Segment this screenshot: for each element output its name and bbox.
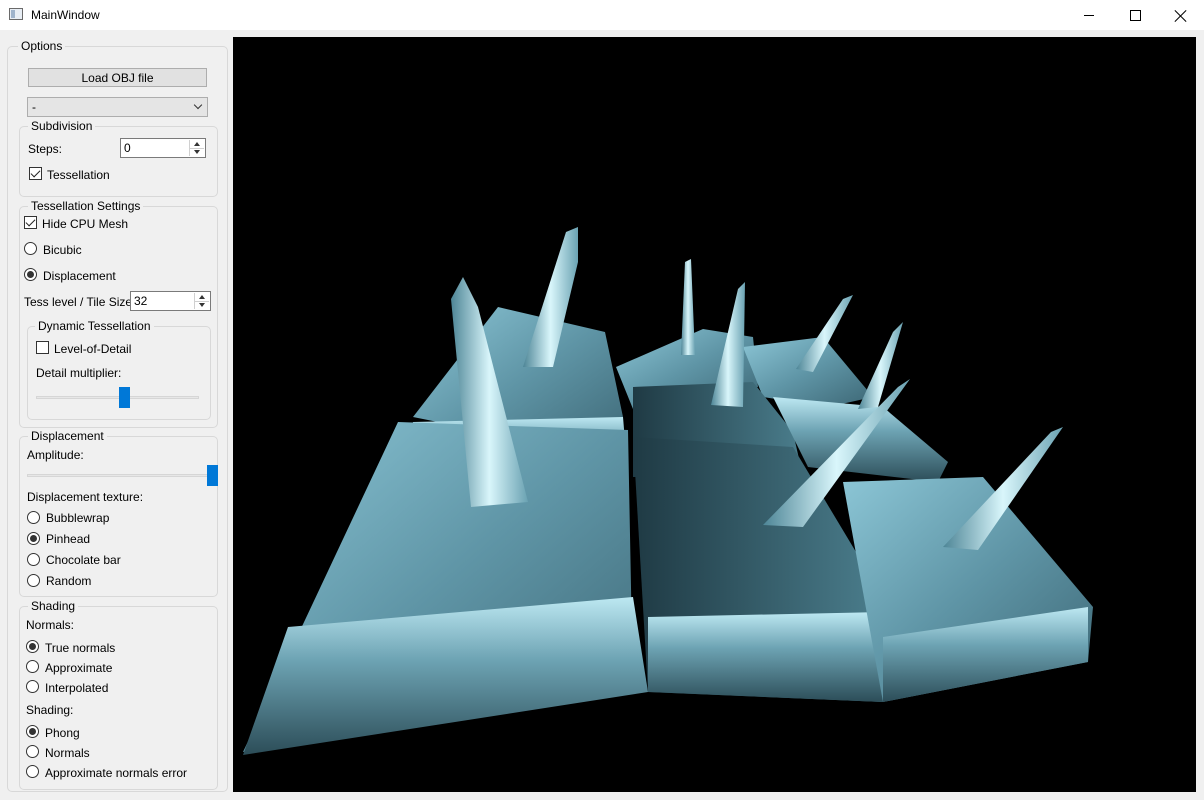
normals-label: Normals: (26, 618, 75, 632)
shading-title: Shading (28, 599, 79, 613)
texture-radio-pinhead[interactable] (27, 532, 40, 545)
hide-cpu-mesh-label: Hide CPU Mesh (42, 217, 129, 231)
normals-label-interpolated: Interpolated (45, 681, 109, 695)
texture-radio-bubblewrap[interactable] (27, 511, 40, 524)
title-bar: MainWindow (0, 0, 1204, 31)
tessellation-settings-title: Tessellation Settings (28, 199, 144, 213)
model-select-value: - (32, 100, 36, 114)
displacement-mode-label: Displacement (43, 269, 116, 283)
texture-label-bubblewrap: Bubblewrap (46, 511, 110, 525)
render-viewport[interactable] (233, 37, 1196, 792)
texture-label-pinhead: Pinhead (46, 532, 91, 546)
shading-group (19, 606, 218, 790)
normals-radio-interpolated[interactable] (26, 680, 39, 693)
dynamic-tessellation-title: Dynamic Tessellation (35, 319, 154, 333)
level-of-detail-checkbox[interactable] (36, 341, 49, 354)
arrow-down-icon (194, 150, 200, 154)
displacement-title: Displacement (28, 429, 107, 443)
maximize-icon (1129, 10, 1141, 21)
texture-label-random: Random (46, 574, 92, 588)
texture-radio-chocolate-bar[interactable] (27, 553, 40, 566)
texture-label-chocolate-bar: Chocolate bar (46, 553, 121, 567)
normals-label-true: True normals (45, 641, 116, 655)
subdivision-group (19, 126, 218, 197)
window-title: MainWindow (31, 8, 100, 22)
amplitude-label: Amplitude: (27, 448, 84, 462)
app-window-icon (9, 8, 23, 20)
amplitude-handle[interactable] (207, 465, 218, 486)
spike (681, 259, 695, 355)
mesh-render (243, 227, 1093, 755)
shading-radio-normals[interactable] (26, 745, 39, 758)
detail-multiplier-track[interactable] (36, 396, 199, 399)
normals-radio-approximate[interactable] (26, 660, 39, 673)
steps-spinbox[interactable]: 0 (120, 138, 206, 158)
tess-level-spinbox[interactable]: 32 (130, 291, 211, 311)
minimize-icon (1084, 15, 1094, 16)
tessellation-checkbox[interactable] (29, 167, 42, 180)
steps-value: 0 (124, 141, 131, 155)
tess-level-label: Tess level / Tile Size (24, 295, 133, 309)
level-of-detail-label: Level-of-Detail (54, 342, 132, 356)
texture-radio-random[interactable] (27, 574, 40, 587)
subdivision-title: Subdivision (28, 119, 96, 133)
shading-radio-approx-error[interactable] (26, 765, 39, 778)
arrow-up-icon (194, 142, 200, 146)
shading-label-phong: Phong (45, 726, 80, 740)
tile-front-center-edge (648, 612, 883, 702)
load-obj-label: Load OBJ file (81, 70, 154, 85)
detail-multiplier-handle[interactable] (119, 387, 130, 408)
hide-cpu-mesh-checkbox[interactable] (24, 216, 37, 229)
options-title: Options (18, 39, 66, 53)
displacement-texture-label: Displacement texture: (27, 490, 144, 504)
bicubic-label: Bicubic (43, 243, 82, 257)
maximize-button[interactable] (1112, 0, 1158, 31)
shading-label-approx-error: Approximate normals error (45, 766, 188, 780)
normals-radio-true[interactable] (26, 640, 39, 653)
chevron-down-icon (193, 100, 203, 110)
steps-label: Steps: (28, 142, 63, 156)
amplitude-track[interactable] (27, 474, 217, 477)
tess-level-decrement[interactable] (195, 301, 209, 309)
close-icon (1175, 10, 1187, 22)
minimize-button[interactable] (1066, 0, 1112, 31)
tessellation-label: Tessellation (47, 168, 110, 182)
bicubic-radio[interactable] (24, 242, 37, 255)
load-obj-button[interactable]: Load OBJ file (28, 68, 207, 87)
steps-decrement[interactable] (190, 148, 204, 156)
arrow-down-icon (199, 303, 205, 307)
shading-label-normals: Normals (45, 746, 90, 760)
tess-level-value: 32 (134, 294, 148, 308)
detail-multiplier-label: Detail multiplier: (36, 366, 122, 380)
tile-front-left-edge (243, 597, 648, 755)
tess-level-spin-buttons (194, 293, 209, 309)
model-select[interactable]: - (27, 97, 208, 117)
arrow-up-icon (199, 295, 205, 299)
close-button[interactable] (1158, 0, 1204, 31)
normals-label-approximate: Approximate (45, 661, 113, 675)
displacement-radio[interactable] (24, 268, 37, 281)
shading-mode-label: Shading: (26, 703, 74, 717)
steps-spin-buttons (189, 140, 204, 156)
shading-radio-phong[interactable] (26, 725, 39, 738)
